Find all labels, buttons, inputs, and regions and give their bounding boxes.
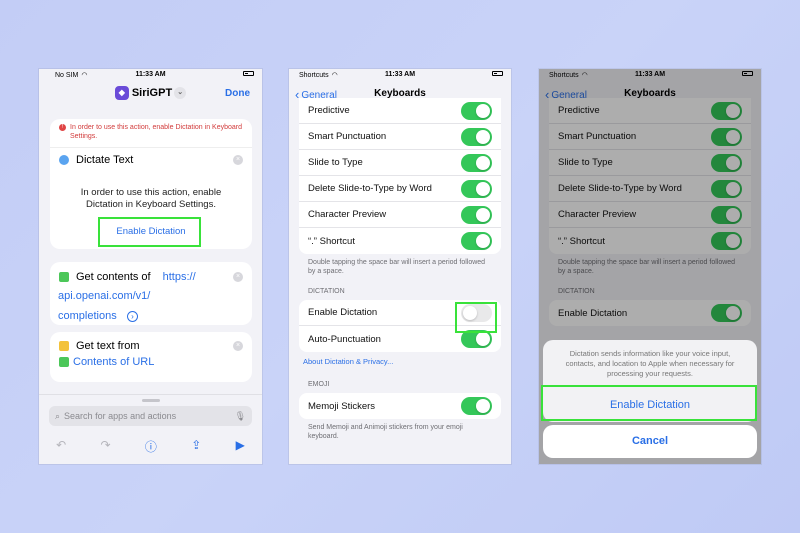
setting-row: Slide to Type (299, 150, 501, 176)
setting-row: Smart Punctuation (299, 124, 501, 150)
status-bar: Shortcuts ◠ 11:33 AM (289, 69, 511, 81)
nav-bar: ◆ SiriGPT ⌄ Done (39, 81, 262, 107)
web-icon (59, 357, 69, 367)
shortcut-footer: Double tapping the space bar will insert… (308, 259, 486, 275)
toggle-switch[interactable] (461, 101, 492, 120)
setting-row: “.” Shortcut (299, 228, 501, 254)
search-placeholder: Search for apps and actions (64, 411, 177, 421)
url-token-2[interactable]: api.openai.com/v1/ (50, 287, 252, 306)
toggle-switch[interactable] (461, 205, 492, 224)
drag-handle[interactable] (141, 399, 160, 402)
setting-label: Memoji Stickers (308, 400, 376, 412)
get-text-action-card: Get text from × Contents of URL (50, 332, 252, 382)
remove-action-icon[interactable]: × (233, 341, 243, 351)
dictation-header: DICTATION (308, 288, 345, 295)
phone-enable-dictation-sheet: Shortcuts ◠ 11:33 AM ‹ General Keyboards P… (539, 69, 761, 464)
share-icon[interactable]: ⇪ (191, 438, 201, 455)
get-contents-row[interactable]: Get contents of https:// × (50, 262, 252, 287)
warning-icon: ! (59, 124, 66, 131)
phone-shortcuts-editor: No SIM ◠ 11:33 AM ◆ SiriGPT ⌄ Done ! In ord… (39, 69, 262, 464)
info-icon[interactable]: ⓘ (145, 438, 157, 455)
remove-action-icon[interactable]: × (233, 154, 243, 165)
search-icon: ⌕ (55, 410, 61, 421)
status-time: 11:33 AM (135, 71, 166, 78)
dictation-info-text: In order to use this action, enable Dict… (80, 187, 222, 210)
sheet-message: Dictation sends information like your vo… (565, 349, 735, 378)
bottom-panel: ⌕ Search for apps and actions 🎙︎ ↶ ↷ ⓘ ⇪… (39, 394, 262, 464)
expand-chevron-icon[interactable]: › (127, 311, 138, 322)
battery-icon (243, 71, 254, 76)
toggle-switch[interactable] (461, 127, 492, 146)
toggle-switch[interactable] (461, 232, 492, 250)
highlight-box (541, 385, 757, 421)
setting-row: Character Preview (299, 202, 501, 228)
emoji-group: Memoji Stickers (299, 393, 501, 419)
setting-label: Auto-Punctuation (308, 333, 381, 345)
keyboard-options-group: Predictive Smart Punctuation Slide to Ty… (299, 98, 501, 254)
dictate-text-label: Dictate Text (76, 153, 134, 166)
get-text-row[interactable]: Get text from × (50, 332, 252, 356)
setting-label: Enable Dictation (308, 307, 378, 318)
chevron-down-icon[interactable]: ⌄ (174, 87, 187, 99)
battery-icon (492, 71, 503, 76)
microphone-icon[interactable]: 🎙︎ (235, 411, 246, 422)
url-token-3[interactable]: completions (58, 310, 117, 322)
shortcut-app-icon: ◆ (114, 86, 129, 100)
setting-label: Predictive (308, 105, 350, 116)
toggle-switch[interactable] (461, 153, 492, 172)
redo-icon[interactable]: ↷ (101, 438, 111, 455)
emoji-header: EMOJI (308, 381, 330, 388)
memoji-row: Memoji Stickers (299, 393, 501, 419)
page-title: Keyboards (374, 88, 426, 99)
get-text-label: Get text from (76, 340, 140, 352)
get-contents-label: Get contents of (76, 270, 151, 283)
web-icon (59, 271, 69, 282)
setting-label: Delete Slide-to-Type by Word (308, 183, 432, 194)
undo-icon[interactable]: ↶ (56, 438, 66, 455)
play-icon[interactable]: ▶ (236, 438, 245, 455)
about-dictation-link[interactable]: About Dictation & Privacy... (289, 352, 511, 371)
url-token-1[interactable]: https:// (163, 271, 196, 283)
toggle-switch[interactable] (461, 179, 492, 198)
setting-label: “.” Shortcut (308, 235, 355, 247)
setting-label: Slide to Type (308, 157, 363, 168)
memoji-footer: Send Memoji and Animoji stickers from yo… (308, 424, 463, 440)
contents-of-url-token[interactable]: Contents of URL (73, 356, 154, 368)
warning-text: In order to use this action, enable Dict… (70, 124, 242, 140)
setting-row: Delete Slide-to-Type by Word (299, 176, 501, 202)
get-contents-action-card: Get contents of https:// × api.openai.co… (50, 262, 252, 325)
warning-banner: ! In order to use this action, enable Di… (50, 119, 252, 147)
cancel-button[interactable]: Cancel (543, 425, 757, 458)
setting-label: Character Preview (308, 209, 387, 220)
done-button[interactable]: Done (225, 88, 250, 99)
status-time: 11:33 AM (384, 71, 416, 78)
remove-action-icon[interactable]: × (233, 271, 243, 282)
toggle-switch[interactable] (461, 397, 492, 415)
status-bar: No SIM ◠ 11:33 AM (39, 69, 262, 81)
microphone-icon (59, 154, 69, 165)
highlight-box (455, 302, 497, 333)
toolbar: ↶ ↷ ⓘ ⇪ ▶ (39, 438, 262, 455)
text-icon (59, 341, 69, 351)
highlight-box (98, 217, 201, 247)
search-field[interactable]: ⌕ Search for apps and actions 🎙︎ (49, 406, 252, 426)
dictate-text-row[interactable]: Dictate Text × (50, 147, 252, 171)
shortcut-title-label: SiriGPT (131, 86, 173, 99)
phone-keyboard-settings: Shortcuts ◠ 11:33 AM ‹ General Keyboards P… (289, 69, 511, 464)
setting-label: Smart Punctuation (308, 131, 387, 142)
